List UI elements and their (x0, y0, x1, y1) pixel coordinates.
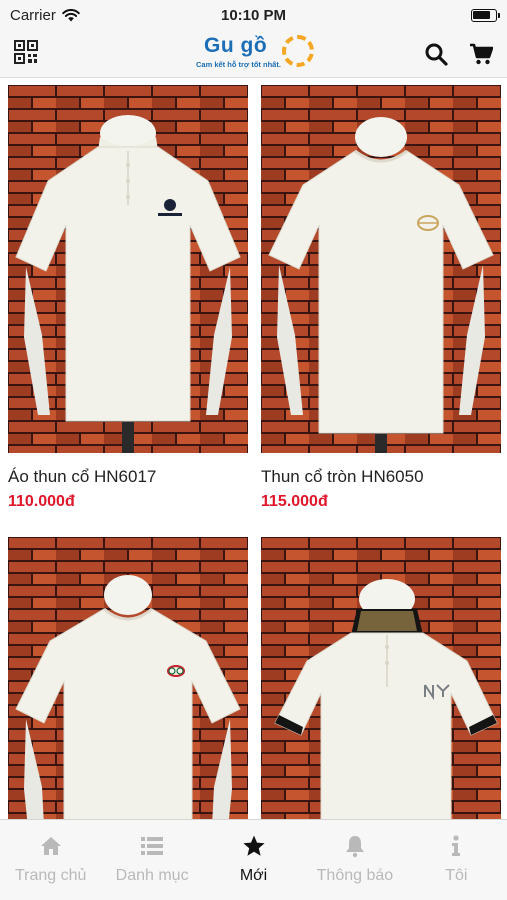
product-card[interactable]: Áo thun cổ HN6017 110.000đ (8, 85, 248, 511)
logo-tagline: Cam kết hỗ trợ tốt nhất. (196, 60, 281, 69)
logo-text: Gu gồ (204, 34, 268, 57)
status-left: Carrier (10, 7, 80, 24)
brand-logo: Gu gồ Cam kết hỗ trợ tốt nhất. (196, 32, 320, 74)
cart-icon[interactable] (469, 42, 493, 66)
tab-home[interactable]: Trang chủ (0, 820, 101, 900)
battery-icon (471, 8, 500, 22)
app-screen: Carrier 10:10 PM Gu gồ Cam kết hỗ trợ tố… (0, 0, 507, 900)
qr-code-icon[interactable] (14, 40, 38, 64)
info-icon (452, 835, 461, 856)
search-icon[interactable] (424, 42, 448, 66)
home-icon (40, 837, 61, 855)
list-icon (141, 837, 164, 855)
tab-label: Tôi (445, 867, 468, 884)
product-name: Thun cổ tròn HN6050 (261, 467, 424, 486)
product-name: Áo thun cổ HN6017 (8, 467, 157, 486)
bottom-tab-bar: Trang chủ Danh mục Mới Thông báo Tôi (0, 819, 507, 900)
tab-label: Trang chủ (14, 867, 87, 884)
tab-new[interactable]: Mới (203, 820, 304, 900)
tab-label: Danh mục (115, 867, 189, 884)
status-bar: Carrier 10:10 PM (0, 0, 507, 30)
carrier-label: Carrier (10, 6, 56, 24)
product-image[interactable] (261, 85, 501, 453)
bell-icon (345, 836, 364, 858)
product-price: 115.000đ (261, 493, 328, 510)
status-time: 10:10 PM (220, 6, 287, 24)
app-header: Gu gồ Cam kết hỗ trợ tốt nhất. (0, 30, 507, 78)
tab-notifications[interactable]: Thông báo (304, 820, 405, 900)
star-icon (242, 835, 265, 856)
tab-label: Thông báo (316, 867, 394, 884)
logo-ring-icon (282, 35, 314, 67)
tab-profile[interactable]: Tôi (406, 820, 507, 900)
product-image[interactable] (8, 85, 248, 453)
tab-category[interactable]: Danh mục (101, 820, 202, 900)
wifi-icon (62, 8, 80, 21)
tab-label: Mới (239, 867, 268, 884)
product-price: 110.000đ (8, 493, 75, 510)
product-card[interactable]: Thun cổ tròn HN6050 115.000đ (261, 85, 501, 511)
